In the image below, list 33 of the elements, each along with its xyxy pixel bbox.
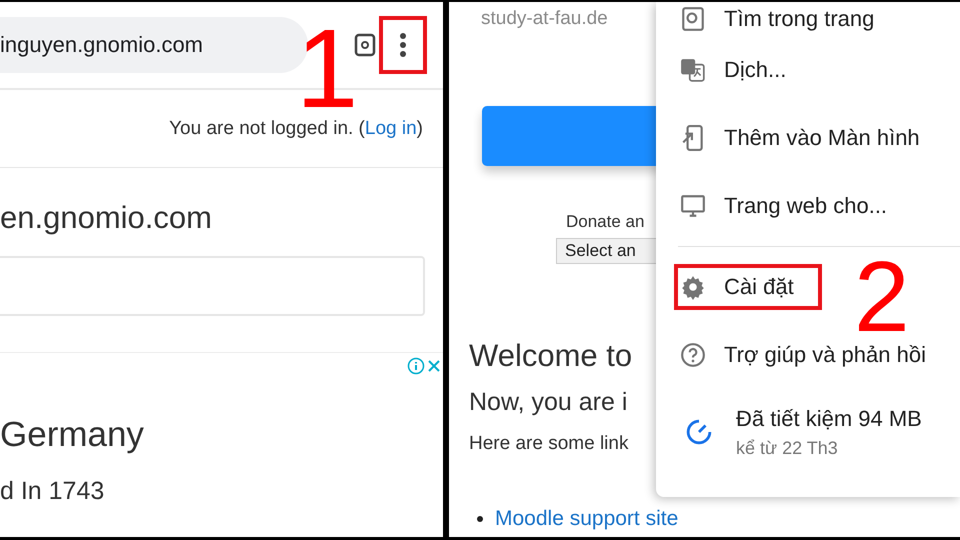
menu-item[interactable]: Trang web cho... — [674, 183, 916, 229]
menu-item[interactable]: Thêm vào Màn hình — [674, 115, 948, 161]
donate-label: Donate an — [566, 212, 646, 232]
support-link[interactable]: Moodle support site — [495, 507, 678, 531]
intro-text: Here are some link — [469, 433, 628, 455]
help-icon — [680, 342, 706, 368]
ad-subheading: d In 1743 — [0, 477, 106, 506]
data-saved-text: Đã tiết kiệm 94 MB — [736, 406, 922, 432]
menu-button[interactable] — [379, 16, 427, 74]
menu-item[interactable]: Dịch... — [674, 47, 814, 93]
more-icon — [399, 33, 407, 57]
monitor-icon — [680, 193, 706, 219]
find-icon — [680, 6, 706, 32]
data-saved-item[interactable]: Đã tiết kiệm 94 MB kể từ 22 Th3 — [674, 402, 926, 462]
info-icon[interactable] — [407, 357, 425, 375]
welcome-heading: Welcome to — [469, 338, 632, 374]
tab-switcher-icon[interactable] — [354, 33, 376, 57]
translate-icon — [680, 57, 706, 83]
welcome-subtitle: Now, you are i — [469, 388, 628, 417]
data-saved-date: kể từ 22 Th3 — [736, 438, 839, 458]
login-link[interactable]: Log in — [364, 118, 417, 139]
amount-select[interactable]: Select an — [556, 238, 656, 264]
add-to-home-icon — [680, 125, 706, 151]
url-bar[interactable]: inguyen.gnomio.com — [0, 17, 308, 73]
site-title: en.gnomio.com — [0, 200, 212, 236]
menu-item[interactable]: Cài đặt — [674, 264, 822, 310]
settings-icon — [680, 274, 706, 300]
page-url: study-at-fau.de — [481, 8, 608, 30]
ad-heading: Germany — [0, 415, 145, 455]
bullet — [477, 516, 483, 522]
menu-item[interactable]: Tìm trong trang — [674, 2, 902, 42]
search-field[interactable] — [0, 256, 425, 316]
data-saver-icon — [686, 419, 712, 445]
